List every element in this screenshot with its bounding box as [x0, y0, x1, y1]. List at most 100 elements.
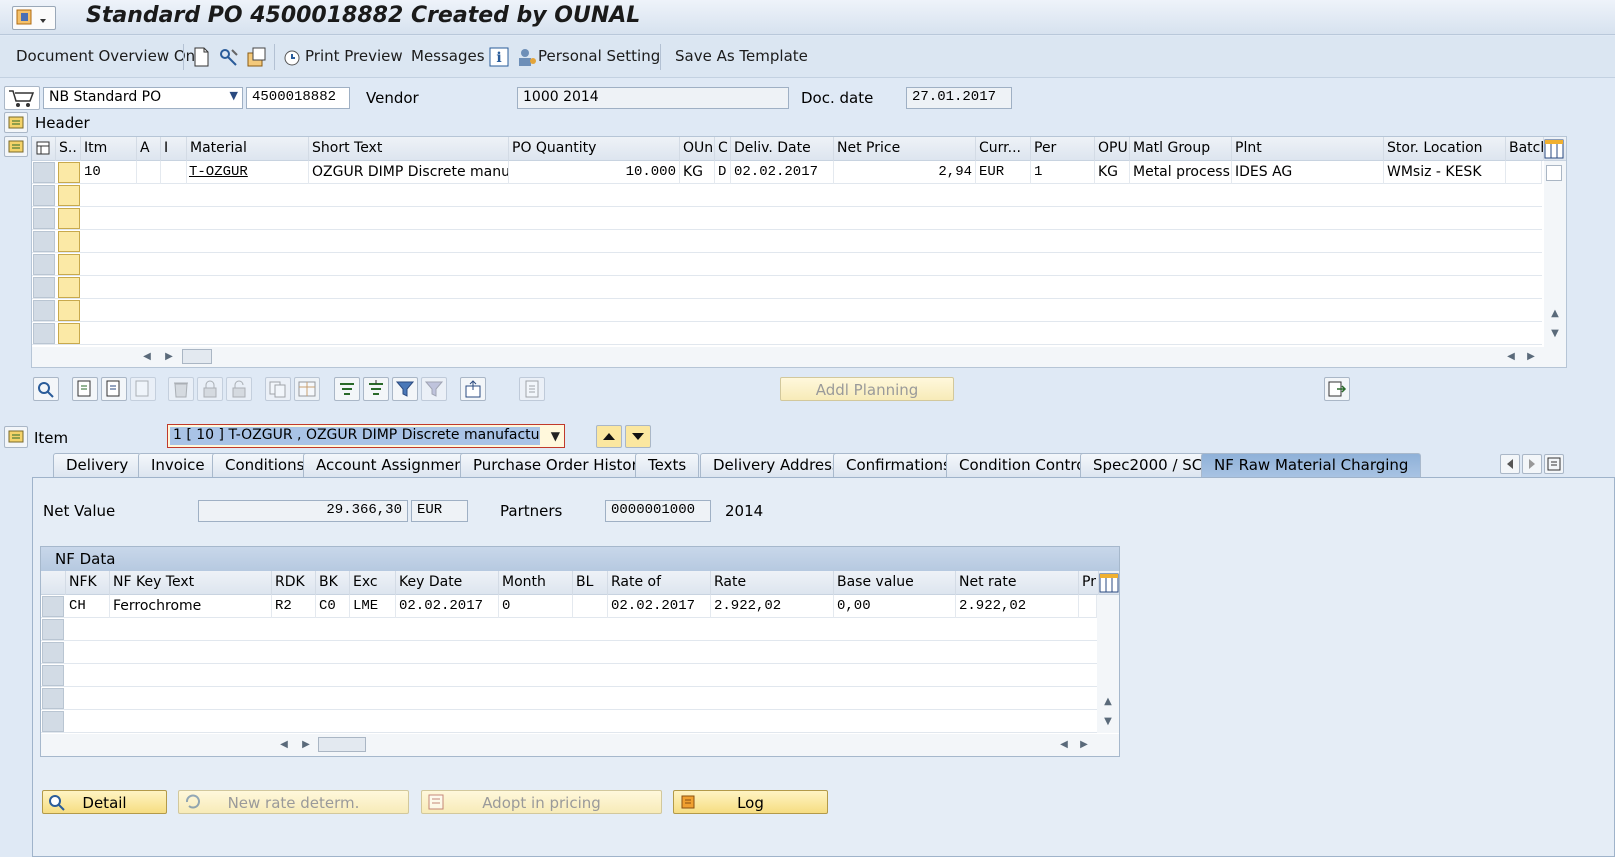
table-row[interactable]: CH Ferrochrome R2 C0 LME 02.02.2017 0 02…: [41, 595, 1097, 618]
row-selector[interactable]: [42, 642, 64, 663]
cell-matl-group[interactable]: Metal processi…: [1130, 161, 1232, 184]
unlock-icon[interactable]: [226, 377, 252, 401]
sort-icon[interactable]: [334, 377, 360, 401]
vertical-scrollbar[interactable]: ▲ ▼: [1544, 161, 1566, 347]
scroll-down-icon[interactable]: ▼: [1548, 327, 1562, 341]
tab-spec2000[interactable]: Spec2000 / SC: [1080, 453, 1216, 477]
cell-a[interactable]: [137, 161, 161, 184]
col-currency[interactable]: Curr...: [976, 137, 1031, 161]
col-deliv-date[interactable]: Deliv. Date: [731, 137, 834, 161]
addl-planning-button[interactable]: Addl Planning: [780, 377, 954, 401]
horizontal-scrollbar[interactable]: ◀ ▶ ◀ ▶: [32, 347, 1566, 367]
col-plnt[interactable]: Plnt: [1232, 137, 1384, 161]
tab-texts[interactable]: Texts: [635, 453, 700, 477]
scroll-right-icon[interactable]: ▶: [162, 350, 176, 364]
col-opu[interactable]: OPU: [1095, 137, 1130, 161]
row-status-box[interactable]: [58, 323, 80, 344]
tab-account-assignment[interactable]: Account Assignment: [303, 453, 483, 477]
tab-scroll-right-icon[interactable]: [1522, 454, 1542, 474]
personal-setting-icon[interactable]: [516, 46, 536, 68]
scroll-left-icon[interactable]: ◀: [277, 738, 291, 752]
col-month[interactable]: Month: [499, 571, 573, 595]
col-net-price[interactable]: Net Price: [834, 137, 976, 161]
edit-item-icon[interactable]: [130, 377, 156, 401]
cell-base-value[interactable]: 0,00: [834, 595, 956, 618]
cell-nf-key-text[interactable]: Ferrochrome: [110, 595, 272, 618]
table-row[interactable]: [41, 710, 1097, 733]
tab-delivery-address[interactable]: Delivery Address: [700, 453, 853, 477]
add-item-icon[interactable]: [72, 377, 98, 401]
row-selector[interactable]: [33, 208, 55, 229]
cell-currency[interactable]: EUR: [976, 161, 1031, 184]
row-status-box[interactable]: [58, 162, 80, 183]
tab-confirmations[interactable]: Confirmations: [833, 453, 964, 477]
tab-invoice[interactable]: Invoice: [138, 453, 218, 477]
personal-setting-button[interactable]: Personal Setting: [538, 47, 660, 65]
col-rate-of[interactable]: Rate of: [608, 571, 711, 595]
col-rate[interactable]: Rate: [711, 571, 834, 595]
print-preview-button[interactable]: Print Preview: [305, 47, 403, 65]
row-selector[interactable]: [33, 277, 55, 298]
table-row[interactable]: [32, 322, 1542, 345]
col-per[interactable]: Per: [1031, 137, 1095, 161]
copy-icon[interactable]: [265, 377, 291, 401]
scroll-up-icon[interactable]: ▲: [1101, 695, 1115, 709]
col-bl[interactable]: BL: [573, 571, 608, 595]
copy-item-icon[interactable]: [101, 377, 127, 401]
cart-icon[interactable]: [4, 86, 40, 110]
cell-exc[interactable]: LME: [350, 595, 396, 618]
col-i[interactable]: I: [161, 137, 187, 161]
table-row[interactable]: [32, 230, 1542, 253]
cell-plnt[interactable]: IDES AG: [1232, 161, 1384, 184]
cell-net-rate[interactable]: 2.922,02: [956, 595, 1079, 618]
table-config-icon[interactable]: [1544, 139, 1564, 159]
expand-header-icon[interactable]: [4, 112, 28, 133]
col-short-text[interactable]: Short Text: [309, 137, 509, 161]
tab-conditions[interactable]: Conditions: [212, 453, 318, 477]
col-c[interactable]: C: [715, 137, 731, 161]
scroll-left-icon[interactable]: ◀: [1057, 738, 1071, 752]
cell-rdk[interactable]: R2: [272, 595, 316, 618]
col-nfk[interactable]: NFK: [66, 571, 110, 595]
row-selector[interactable]: [33, 162, 55, 183]
delete-icon[interactable]: [168, 377, 194, 401]
row-selector[interactable]: [33, 323, 55, 344]
next-item-button[interactable]: [625, 425, 651, 448]
cell-rate[interactable]: 2.922,02: [711, 595, 834, 618]
col-base-value[interactable]: Base value: [834, 571, 956, 595]
row-selector[interactable]: [42, 619, 64, 640]
cell-per[interactable]: 1: [1031, 161, 1095, 184]
transfer-icon[interactable]: [1324, 377, 1350, 401]
other-document-icon[interactable]: [246, 46, 266, 68]
table-row[interactable]: [32, 253, 1542, 276]
scroll-right-icon[interactable]: ▶: [1077, 738, 1091, 752]
tab-delivery[interactable]: Delivery: [53, 453, 142, 477]
cell-stor-location[interactable]: WMsiz - KESK: [1384, 161, 1506, 184]
cell-batch[interactable]: [1506, 161, 1542, 184]
cell-rate-of[interactable]: 02.02.2017: [608, 595, 711, 618]
col-matl-group[interactable]: Matl Group: [1130, 137, 1232, 161]
scroll-right-icon[interactable]: ▶: [299, 738, 313, 752]
cell-short-text[interactable]: OZGUR DIMP Discrete manuf…: [309, 161, 509, 184]
collapse-item-detail-icon[interactable]: [4, 426, 28, 448]
detail-button[interactable]: Detail: [42, 790, 167, 814]
table-config-icon[interactable]: [1099, 573, 1119, 593]
horizontal-scrollbar[interactable]: ◀ ▶ ◀ ▶: [41, 734, 1119, 756]
row-selector[interactable]: [42, 596, 64, 617]
document-icon[interactable]: [519, 377, 545, 401]
scroll-thumb[interactable]: [182, 349, 212, 364]
col-net-rate[interactable]: Net rate: [956, 571, 1079, 595]
cell-key-date[interactable]: 02.02.2017: [396, 595, 499, 618]
row-status-box[interactable]: [58, 300, 80, 321]
col-bk[interactable]: BK: [316, 571, 350, 595]
col-stor-location[interactable]: Stor. Location: [1384, 137, 1506, 161]
vendor-field[interactable]: 1000 2014: [517, 87, 789, 109]
row-selector[interactable]: [42, 711, 64, 732]
cell-qty[interactable]: 10.000: [509, 161, 680, 184]
vertical-scrollbar[interactable]: ▲ ▼: [1097, 595, 1119, 733]
table-row[interactable]: [32, 184, 1542, 207]
lock-icon[interactable]: [197, 377, 223, 401]
adopt-in-pricing-button[interactable]: Adopt in pricing: [421, 790, 662, 814]
collapse-items-icon[interactable]: [4, 136, 28, 157]
cell-net-price[interactable]: 2,94: [834, 161, 976, 184]
